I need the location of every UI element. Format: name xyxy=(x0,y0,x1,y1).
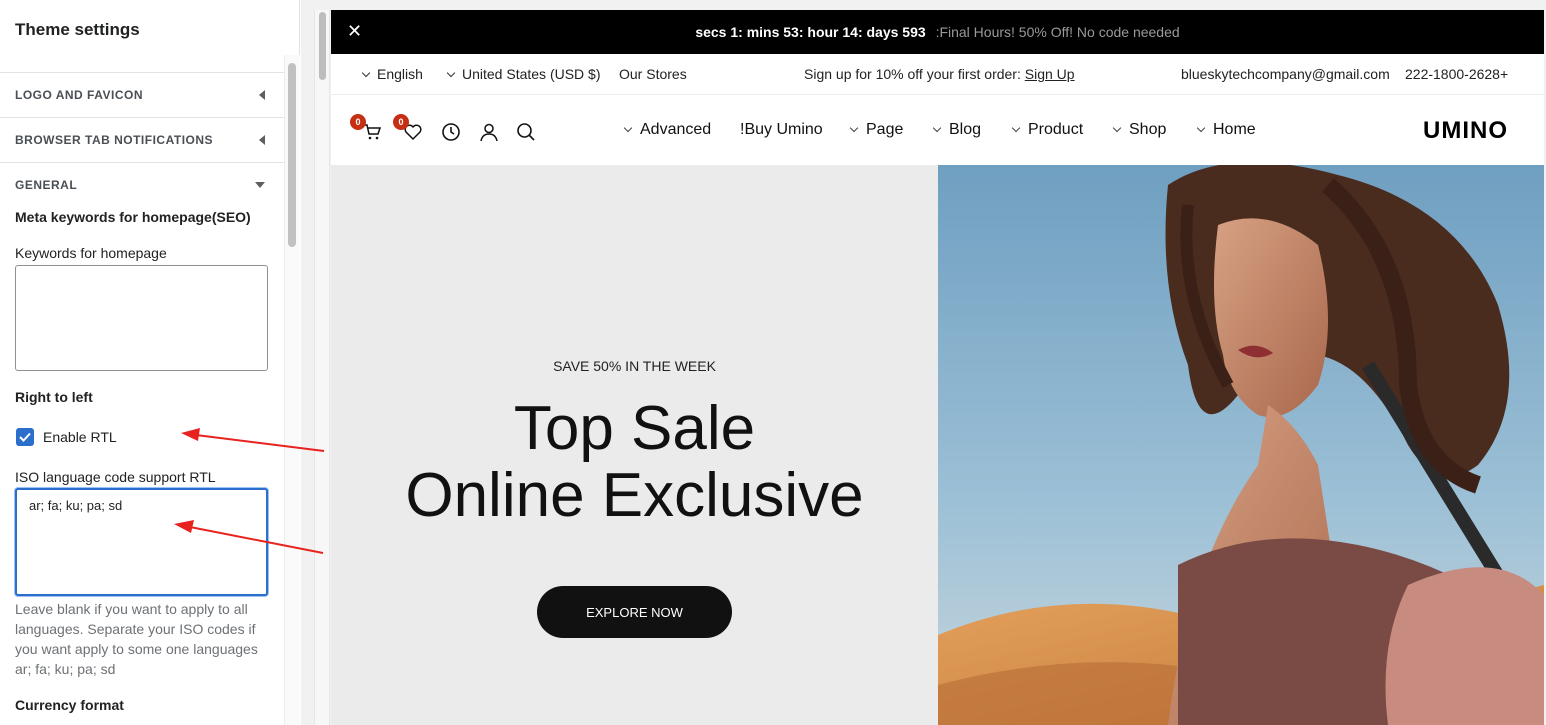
preview-scrollbar-thumb[interactable] xyxy=(319,12,326,80)
rtl-heading: Right to left xyxy=(15,389,93,405)
signup-text: Sign up for 10% off your first order: xyxy=(804,66,1021,82)
section-label: GENERAL xyxy=(15,178,78,192)
nav-item-blog[interactable]: Blog xyxy=(932,121,982,139)
section-general[interactable]: GENERAL xyxy=(0,162,284,207)
hero-title-line2: Online Exclusive xyxy=(405,461,864,530)
main-navigation: 0 0 Advanced !Buy Umino Page Blog Produc… xyxy=(331,95,1544,165)
chevron-down-icon xyxy=(361,68,371,78)
chevron-down-icon xyxy=(1011,123,1021,133)
offer-text: :Final Hours! 50% Off! No code needed xyxy=(935,24,1180,40)
checkmark-icon xyxy=(19,432,31,442)
nav-item-product[interactable]: Product xyxy=(1011,121,1084,139)
section-label: BROWSER TAB NOTIFICATIONS xyxy=(15,133,214,147)
nav-label: Home xyxy=(1213,121,1256,138)
nav-item-page[interactable]: Page xyxy=(849,121,904,139)
currency-selector[interactable]: United States (USD $) xyxy=(446,66,601,82)
signup-promo: Sign up for 10% off your first order: Si… xyxy=(804,66,1075,82)
panel-title: Theme settings xyxy=(15,20,140,39)
theme-settings-panel: Theme settings LOGO AND FAVICON BROWSER … xyxy=(0,0,300,725)
section-logo-favicon[interactable]: LOGO AND FAVICON xyxy=(0,72,284,117)
chevron-down-icon xyxy=(932,123,942,133)
section-browser-tab-notifications[interactable]: BROWSER TAB NOTIFICATIONS xyxy=(0,117,284,162)
panel-scrollbar[interactable] xyxy=(284,55,300,725)
language-selector[interactable]: English xyxy=(361,66,423,82)
nav-label: Shop xyxy=(1129,121,1167,138)
chevron-down-icon xyxy=(1196,123,1206,133)
panel-scrollbar-thumb[interactable] xyxy=(288,63,296,247)
nav-label: Blog xyxy=(949,121,982,138)
nav-label: !Buy Umino xyxy=(740,121,823,138)
currency-value: United States (USD $) xyxy=(462,66,601,82)
iso-code-label: ISO language code support RTL xyxy=(15,469,216,485)
nav-item-shop[interactable]: Shop xyxy=(1112,121,1167,139)
nav-item-advanced[interactable]: Advanced xyxy=(623,121,712,139)
caret-left-icon xyxy=(259,135,265,145)
caret-down-icon xyxy=(255,182,265,188)
signup-link[interactable]: Sign Up xyxy=(1025,66,1075,82)
chevron-down-icon xyxy=(623,123,633,133)
explore-now-button[interactable]: EXPLORE NOW xyxy=(537,586,732,638)
nav-item-home[interactable]: Home xyxy=(1196,121,1256,139)
chevron-down-icon xyxy=(446,68,456,78)
caret-left-icon xyxy=(259,90,265,100)
chevron-down-icon xyxy=(1112,123,1122,133)
storefront-preview: ✕ secs 1: mins 53: hour 14: days 593 :Fi… xyxy=(331,10,1544,725)
nav-item-buy-umino[interactable]: !Buy Umino xyxy=(740,121,823,139)
currency-format-heading: Currency format xyxy=(15,697,124,713)
cart-button[interactable]: 0 xyxy=(350,114,382,147)
nav-label: Product xyxy=(1028,121,1084,138)
preview-scrollbar[interactable] xyxy=(314,10,330,725)
chevron-down-icon xyxy=(849,123,859,133)
wishlist-button[interactable]: 0 xyxy=(393,114,423,147)
section-label: LOGO AND FAVICON xyxy=(15,88,143,102)
account-button[interactable] xyxy=(479,122,499,147)
search-icon xyxy=(517,123,535,141)
countdown-timer: secs 1: mins 53: hour 14: days 593 xyxy=(695,24,926,40)
search-button[interactable] xyxy=(516,122,536,147)
wishlist-count-badge: 0 xyxy=(393,114,409,130)
contact-phone[interactable]: 222-1800-2628+ xyxy=(1405,66,1508,82)
clock-icon xyxy=(442,123,460,141)
settings-scroll-area: LOGO AND FAVICON BROWSER TAB NOTIFICATIO… xyxy=(0,55,284,725)
model-photo-image xyxy=(938,165,1544,725)
user-icon xyxy=(480,123,498,142)
our-stores-link[interactable]: Our Stores xyxy=(619,66,687,82)
language-value: English xyxy=(377,66,423,82)
enable-rtl-label[interactable]: Enable RTL xyxy=(43,429,117,445)
contact-email[interactable]: blueskytechcompany@gmail.com xyxy=(1181,66,1390,82)
announcement-bar: ✕ secs 1: mins 53: hour 14: days 593 :Fi… xyxy=(331,10,1544,54)
top-info-bar: English United States (USD $) Our Stores… xyxy=(331,54,1544,95)
hero-text-panel: SAVE 50% IN THE WEEK Top Sale Online Exc… xyxy=(331,165,938,725)
keywords-textarea[interactable] xyxy=(15,265,268,371)
hero-image xyxy=(938,165,1544,725)
hero-title-line1: Top Sale xyxy=(513,394,756,463)
enable-rtl-checkbox[interactable] xyxy=(16,428,34,446)
announcement-message: secs 1: mins 53: hour 14: days 593 :Fina… xyxy=(331,24,1544,40)
nav-label: Page xyxy=(866,121,904,138)
nav-label: Advanced xyxy=(640,121,712,138)
iso-code-textarea[interactable]: ar; fa; ku; pa; sd xyxy=(15,488,268,596)
recently-viewed-button[interactable] xyxy=(441,122,461,147)
store-logo[interactable]: UMINO xyxy=(1423,117,1508,145)
hero-subtitle: SAVE 50% IN THE WEEK xyxy=(553,358,716,374)
cart-count-badge: 0 xyxy=(350,114,366,130)
meta-keywords-heading: Meta keywords for homepage(SEO) xyxy=(15,209,251,225)
iso-help-text: Leave blank if you want to apply to all … xyxy=(15,601,258,677)
keywords-label: Keywords for homepage xyxy=(15,245,167,261)
